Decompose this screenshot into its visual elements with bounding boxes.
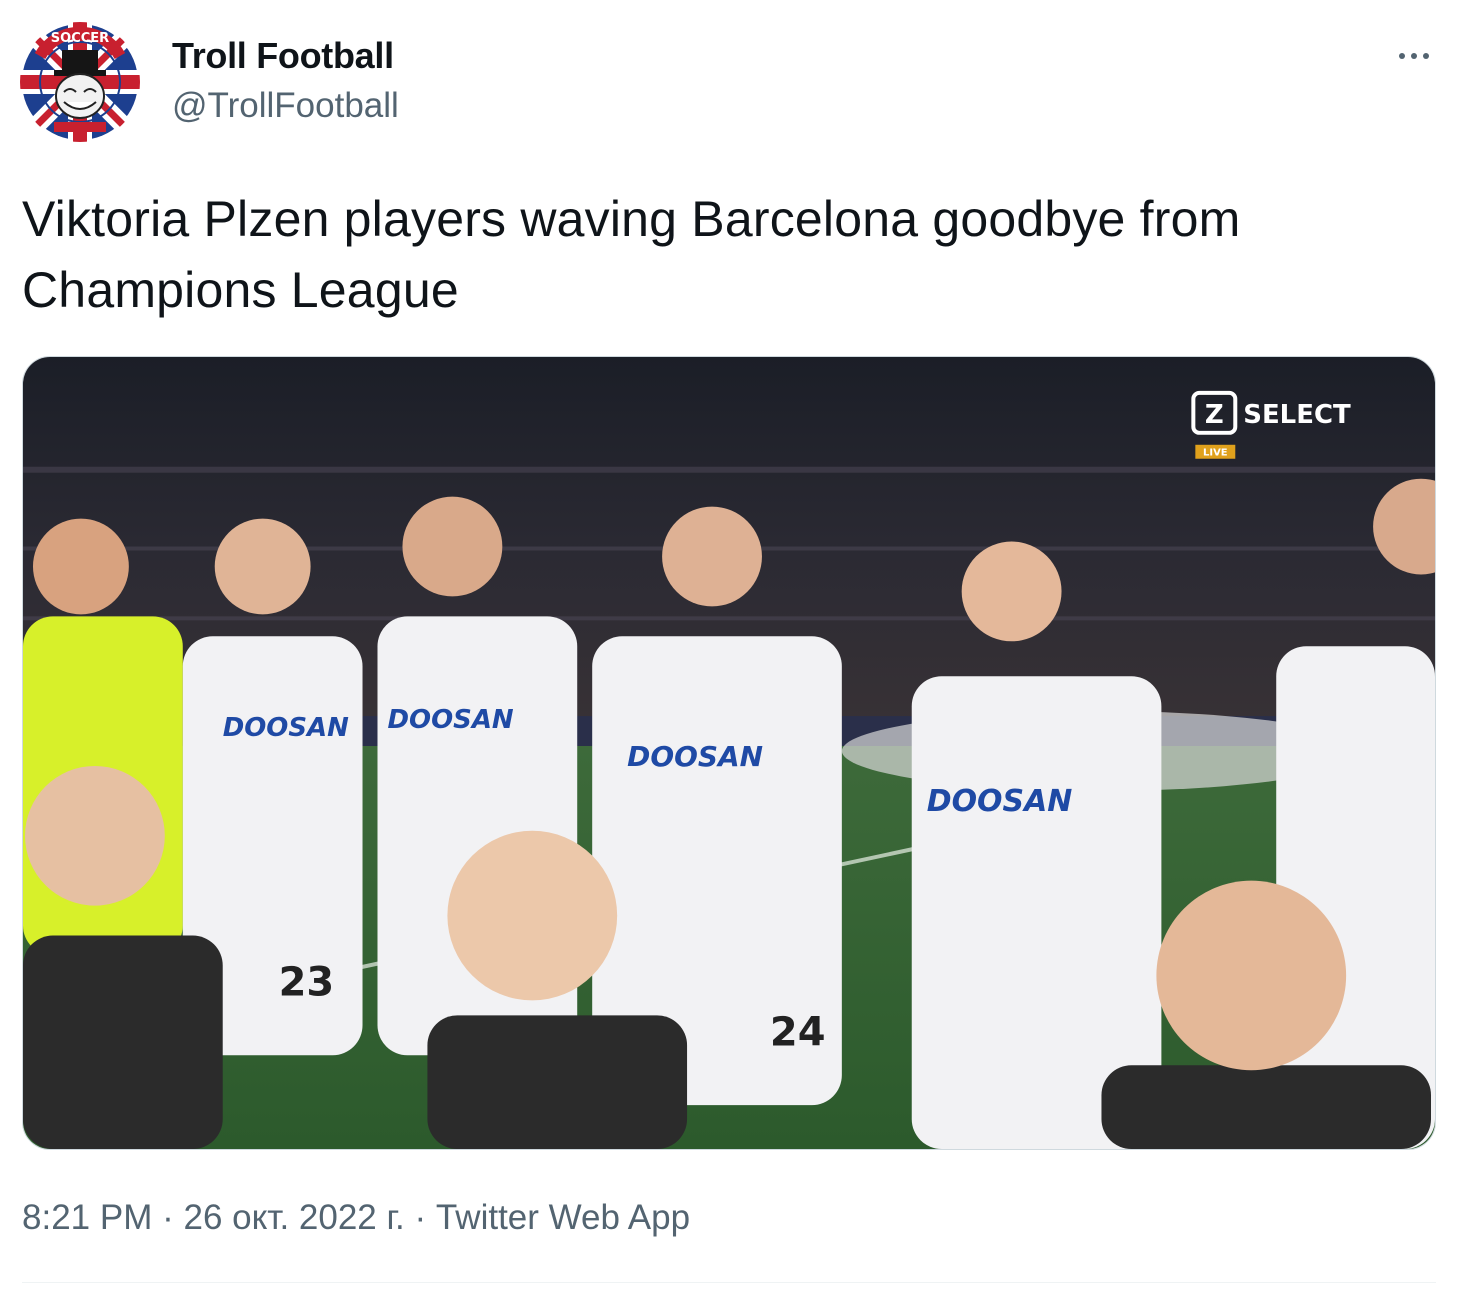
author-display-name[interactable]: Troll Football <box>172 36 394 76</box>
tweet-time[interactable]: 8:21 PM <box>22 1198 152 1237</box>
divider <box>22 1282 1436 1283</box>
more-horizontal-icon <box>1399 53 1429 59</box>
avatar[interactable]: SOCCER <box>20 22 140 142</box>
sponsor-text-3: DOOSAN <box>627 740 763 773</box>
sponsor-text-2: DOOSAN <box>387 705 513 735</box>
live-badge: LIVE <box>1203 448 1228 459</box>
photo-illustration: DOOSAN 23 DOOSAN DOOSAN 24 DOOSAN Z SELE… <box>23 357 1435 1149</box>
author-handle[interactable]: @TrollFootball <box>172 86 399 126</box>
sponsor-text-1: DOOSAN <box>223 713 349 743</box>
meta-separator: · <box>162 1198 174 1237</box>
tweet-source[interactable]: Twitter Web App <box>436 1198 690 1237</box>
shirt-number-23: 23 <box>279 959 335 1005</box>
svg-text:Z: Z <box>1205 400 1224 430</box>
meta-separator: · <box>414 1198 427 1237</box>
tweet-photo[interactable]: DOOSAN 23 DOOSAN DOOSAN 24 DOOSAN Z SELE… <box>22 356 1436 1150</box>
troll-face-union-jack-badge-icon: SOCCER <box>20 22 140 142</box>
tweet-meta: 8:21 PM · 26 окт. 2022 г. · Twitter Web … <box>22 1196 690 1240</box>
shirt-number-24: 24 <box>770 1009 826 1055</box>
broadcaster-logo-text: SELECT <box>1243 400 1351 430</box>
tweet-date[interactable]: 26 окт. 2022 г. <box>183 1198 404 1237</box>
more-button[interactable] <box>1390 32 1438 80</box>
tweet-card: SOCCER Troll Football @TrollFootball Vik… <box>0 0 1460 1307</box>
avatar-badge-text: SOCCER <box>51 31 109 46</box>
sponsor-text-4: DOOSAN <box>927 784 1073 819</box>
tweet-text: Viktoria Plzen players waving Barcelona … <box>22 191 1241 318</box>
